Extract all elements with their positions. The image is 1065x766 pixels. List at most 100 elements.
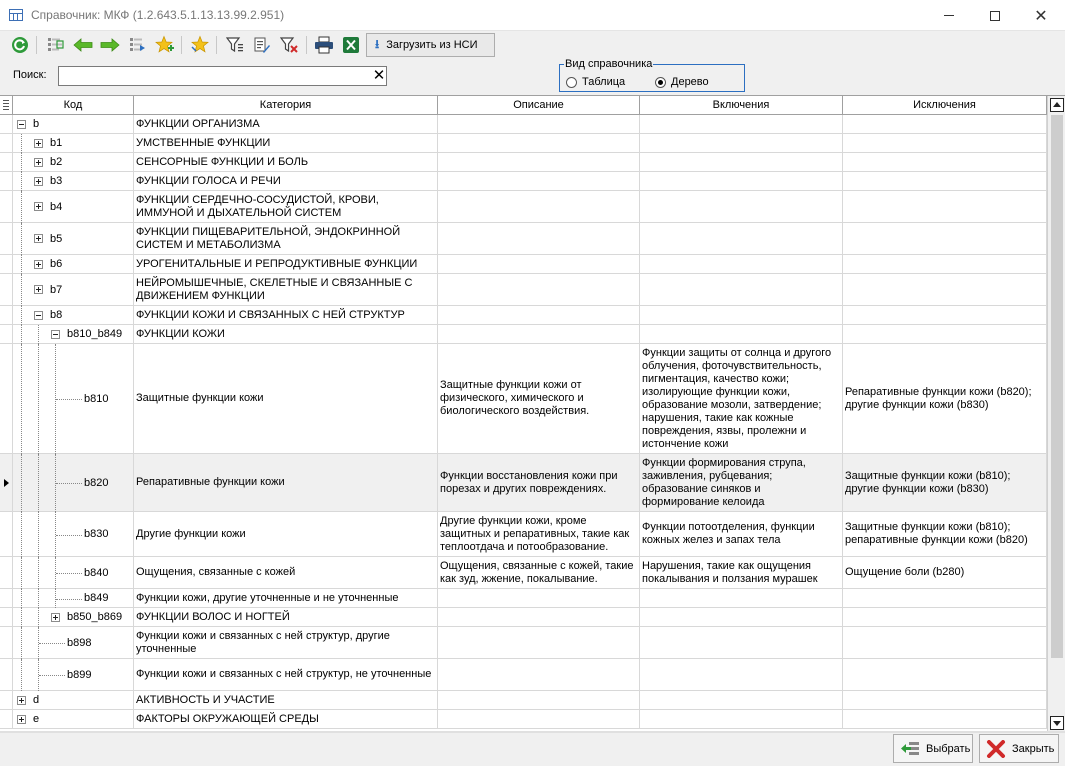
cell-description[interactable]: [438, 306, 640, 324]
cell-exclusions[interactable]: [843, 608, 1047, 626]
cell-category[interactable]: УМСТВЕННЫЕ ФУНКЦИИ: [134, 134, 438, 152]
table-row[interactable]: b5 ФУНКЦИИ ПИЩЕВАРИТЕЛЬНОЙ, ЭНДОКРИННОЙ С…: [0, 223, 1047, 255]
collapse-icon[interactable]: [34, 311, 43, 320]
table-row[interactable]: b840 Ощущения, связанные с кожей Ощущения,…: [0, 557, 1047, 589]
search-input[interactable]: [58, 66, 387, 86]
cell-code[interactable]: b3: [13, 172, 134, 191]
cell-code[interactable]: e: [13, 710, 134, 728]
cell-inclusions[interactable]: [640, 710, 843, 728]
print-button[interactable]: [313, 34, 335, 56]
cell-category[interactable]: ФУНКЦИИ ПИЩЕВАРИТЕЛЬНОЙ, ЭНДОКРИННОЙ СИС…: [134, 223, 438, 254]
cell-description[interactable]: Другие функции кожи, кроме защитных и ре…: [438, 512, 640, 556]
table-row[interactable]: e ФАКТОРЫ ОКРУЖАЮЩЕЙ СРЕДЫ: [0, 710, 1047, 729]
add-favorite-button[interactable]: [154, 34, 176, 56]
column-chooser-icon[interactable]: [0, 96, 13, 115]
view-mode-table-radio[interactable]: Таблица: [566, 76, 625, 88]
row-indicator[interactable]: [0, 557, 13, 588]
cell-exclusions[interactable]: [843, 223, 1047, 254]
cell-description[interactable]: [438, 191, 640, 222]
cell-exclusions[interactable]: [843, 589, 1047, 607]
cell-description[interactable]: [438, 153, 640, 171]
tree-grid[interactable]: Код Категория Описание Включения Исключе…: [0, 95, 1065, 731]
row-indicator[interactable]: [0, 255, 13, 273]
cell-inclusions[interactable]: [640, 153, 843, 171]
table-row[interactable]: b810_b849 ФУНКЦИИ КОЖИ: [0, 325, 1047, 344]
expand-icon[interactable]: [34, 285, 43, 294]
minimize-button[interactable]: [926, 0, 972, 31]
table-row[interactable]: d АКТИВНОСТЬ И УЧАСТИЕ: [0, 691, 1047, 710]
cell-category[interactable]: Функции кожи и связанных с ней структур,…: [134, 659, 438, 690]
cell-description[interactable]: [438, 691, 640, 709]
export-excel-button[interactable]: [340, 34, 362, 56]
expand-icon[interactable]: [17, 715, 26, 724]
close-button[interactable]: Закрыть: [979, 734, 1059, 763]
cell-code[interactable]: b810_b849: [13, 325, 134, 344]
cell-description[interactable]: [438, 325, 640, 343]
cell-description[interactable]: [438, 172, 640, 190]
cell-code[interactable]: b850_b869: [13, 608, 134, 627]
row-indicator[interactable]: [0, 344, 13, 453]
cell-exclusions[interactable]: [843, 306, 1047, 324]
cell-category[interactable]: АКТИВНОСТЬ И УЧАСТИЕ: [134, 691, 438, 709]
cell-exclusions[interactable]: [843, 691, 1047, 709]
cell-inclusions[interactable]: [640, 134, 843, 152]
row-indicator[interactable]: [0, 710, 13, 728]
cell-exclusions[interactable]: Защитные функции кожи (b810); репаративн…: [843, 512, 1047, 556]
load-from-nsi-button[interactable]: ⭳ Загрузить из НСИ: [366, 33, 495, 57]
row-indicator[interactable]: [0, 589, 13, 607]
view-mode-tree-radio[interactable]: Дерево: [655, 76, 709, 88]
clear-search-icon[interactable]: ✕: [371, 67, 387, 85]
cell-exclusions[interactable]: Репаративные функции кожи (b820); другие…: [843, 344, 1047, 453]
row-indicator[interactable]: [0, 134, 13, 152]
expand-icon[interactable]: [34, 202, 43, 211]
row-indicator[interactable]: [0, 115, 13, 133]
expand-icon[interactable]: [51, 613, 60, 622]
table-row[interactable]: b2 СЕНСОРНЫЕ ФУНКЦИИ И БОЛЬ: [0, 153, 1047, 172]
cell-inclusions[interactable]: [640, 255, 843, 273]
cell-inclusions[interactable]: [640, 627, 843, 658]
cell-category[interactable]: ФУНКЦИИ ОРГАНИЗМА: [134, 115, 438, 133]
cell-category[interactable]: НЕЙРОМЫШЕЧНЫЕ, СКЕЛЕТНЫЕ И СВЯЗАННЫЕ С Д…: [134, 274, 438, 305]
cell-category[interactable]: ФУНКЦИИ КОЖИ И СВЯЗАННЫХ С НЕЙ СТРУКТУР: [134, 306, 438, 324]
cell-exclusions[interactable]: [843, 134, 1047, 152]
cell-exclusions[interactable]: Защитные функции кожи (b810); другие фун…: [843, 454, 1047, 511]
table-row[interactable]: b830 Другие функции кожи Другие функции ко…: [0, 512, 1047, 557]
cell-code[interactable]: b810: [13, 344, 134, 454]
cell-inclusions[interactable]: [640, 325, 843, 343]
table-row[interactable]: b898 Функции кожи и связанных с ней струк…: [0, 627, 1047, 659]
cell-code[interactable]: b899: [13, 659, 134, 691]
expand-icon[interactable]: [34, 139, 43, 148]
row-indicator[interactable]: [0, 153, 13, 171]
column-header-code[interactable]: Код: [13, 96, 134, 115]
cell-inclusions[interactable]: [640, 608, 843, 626]
cell-category[interactable]: ФУНКЦИИ СЕРДЕЧНО-СОСУДИСТОЙ, КРОВИ, ИММУ…: [134, 191, 438, 222]
cell-description[interactable]: [438, 223, 640, 254]
table-row[interactable]: b3 ФУНКЦИИ ГОЛОСА И РЕЧИ: [0, 172, 1047, 191]
cell-exclusions[interactable]: [843, 710, 1047, 728]
favorites-button[interactable]: [189, 34, 211, 56]
cell-exclusions[interactable]: Ощущение боли (b280): [843, 557, 1047, 588]
cell-exclusions[interactable]: [843, 274, 1047, 305]
cell-inclusions[interactable]: [640, 306, 843, 324]
cell-category[interactable]: СЕНСОРНЫЕ ФУНКЦИИ И БОЛЬ: [134, 153, 438, 171]
collapse-icon[interactable]: [17, 120, 26, 129]
cell-description[interactable]: [438, 627, 640, 658]
scroll-up-button[interactable]: [1050, 98, 1064, 112]
cell-code[interactable]: b8: [13, 306, 134, 325]
cell-category[interactable]: Защитные функции кожи: [134, 344, 438, 453]
cell-description[interactable]: [438, 274, 640, 305]
row-indicator[interactable]: [0, 191, 13, 222]
cell-category[interactable]: УРОГЕНИТАЛЬНЫЕ И РЕПРОДУКТИВНЫЕ ФУНКЦИИ: [134, 255, 438, 273]
row-indicator[interactable]: [0, 172, 13, 190]
cell-code[interactable]: b849: [13, 589, 134, 608]
maximize-button[interactable]: [972, 0, 1018, 31]
cell-exclusions[interactable]: [843, 191, 1047, 222]
table-row[interactable]: b810 Защитные функции кожи Защитные функци…: [0, 344, 1047, 454]
cell-inclusions[interactable]: [640, 191, 843, 222]
cell-inclusions[interactable]: [640, 115, 843, 133]
filter-button[interactable]: [224, 34, 246, 56]
row-indicator[interactable]: [0, 325, 13, 343]
view-record-button[interactable]: [44, 34, 66, 56]
expand-icon[interactable]: [34, 234, 43, 243]
cell-inclusions[interactable]: [640, 172, 843, 190]
